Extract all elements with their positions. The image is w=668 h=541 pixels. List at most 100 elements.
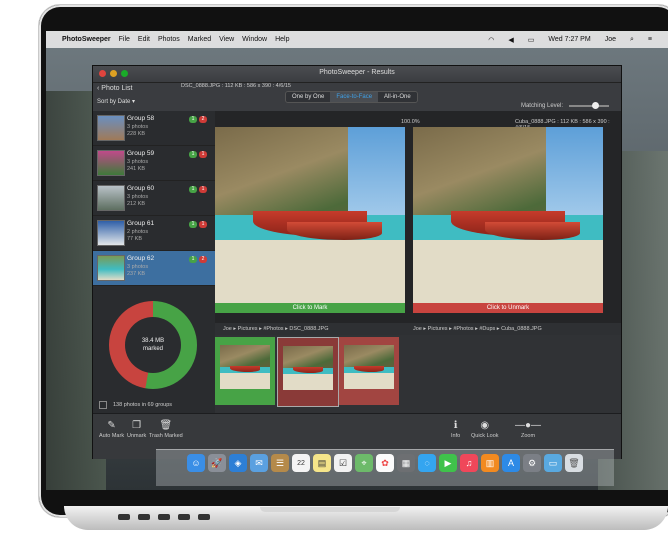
notes-icon[interactable]: ▤ — [313, 454, 331, 472]
port — [178, 514, 190, 520]
group-name: Group 59 — [127, 150, 155, 157]
group-item[interactable]: Group 59 3 photos 241 KB 11 — [93, 146, 215, 181]
group-badges: 12 — [189, 116, 207, 123]
wifi-icon[interactable]: ◠ — [488, 36, 494, 44]
info-button[interactable]: ℹ Info — [451, 420, 460, 439]
group-item-selected[interactable]: Group 62 3 photos 237 KB 12 — [93, 251, 215, 286]
menu-help[interactable]: Help — [275, 36, 289, 43]
group-thumbnail — [97, 115, 125, 141]
folder-icon[interactable]: ▭ — [544, 454, 562, 472]
tab-face-to-face[interactable]: Face-to-Face — [330, 92, 379, 102]
sort-by-date-button[interactable]: Sort by Date ▾ — [97, 98, 135, 105]
group-item[interactable]: Group 60 3 photos 212 KB 11 — [93, 181, 215, 216]
group-details: 3 photos 241 KB — [127, 159, 149, 172]
port — [158, 514, 170, 520]
path-left[interactable]: Joe ▸ Pictures ▸ #Photos ▸ DSC_0888.JPG — [223, 323, 329, 335]
system-prefs-icon[interactable]: ⚙ — [523, 454, 541, 472]
marked-size-donut: 38.4 MB marked — [109, 301, 197, 389]
menu-app-name[interactable]: PhotoSweeper — [62, 36, 111, 43]
search-icon[interactable]: ⌕ — [630, 36, 634, 44]
mail-icon[interactable]: ✉ — [250, 454, 268, 472]
path-right[interactable]: Joe ▸ Pictures ▸ #Photos ▸ #Dups ▸ Cuba_… — [413, 323, 542, 335]
group-details: 3 photos 237 KB — [127, 264, 149, 277]
contacts-icon[interactable]: ☰ — [271, 454, 289, 472]
wand-icon: ✎ — [107, 420, 116, 431]
menu-file[interactable]: File — [119, 36, 130, 43]
volume-icon[interactable]: ◀ — [508, 36, 513, 44]
file-info-left: DSC_0888.JPG : 112 KB : 586 x 390 : 4/6/… — [181, 83, 291, 89]
thumbnail-marked[interactable] — [277, 337, 339, 407]
menu-marked[interactable]: Marked — [188, 36, 211, 43]
thumbnail-marked[interactable] — [339, 337, 399, 405]
clock[interactable]: Wed 7:27 PM — [548, 36, 590, 43]
matching-level-knob[interactable] — [592, 102, 599, 109]
itunes-icon[interactable]: ♫ — [460, 454, 478, 472]
view-mode-tabs: One by One Face-to-Face All-in-One — [285, 91, 418, 103]
photos-count: 138 photos in 69 groups — [113, 402, 173, 408]
ibooks-icon[interactable]: ▥ — [481, 454, 499, 472]
keep-badge: 1 — [189, 221, 197, 228]
group-details: 3 photos 228 KB — [127, 124, 149, 137]
keep-badge: 1 — [189, 116, 197, 123]
trash-icon[interactable]: 🗑 — [565, 454, 583, 472]
thumbnail-strip — [215, 335, 621, 413]
unmark-button[interactable]: ❐ Unmark — [127, 420, 146, 439]
menu-edit[interactable]: Edit — [138, 36, 150, 43]
select-checkbox[interactable] — [99, 401, 107, 409]
click-to-unmark-button[interactable]: Click to Unmark — [413, 303, 603, 313]
unmark-icon: ❐ — [132, 420, 142, 431]
menu-window[interactable]: Window — [242, 36, 267, 43]
status-menus: ◠ ◀ ▭ Wed 7:27 PM Joe ⌕ ≡ — [488, 31, 660, 48]
finder-icon[interactable]: ☺ — [187, 454, 205, 472]
battery-icon[interactable]: ▭ — [528, 36, 535, 44]
matching-level-label: Matching Level: — [520, 103, 563, 109]
back-to-photo-list-button[interactable]: ‹ Photo List — [97, 85, 132, 92]
menu-bar: PhotoSweeper File Edit Photos Marked Vie… — [46, 31, 668, 48]
slider-icon: —●— — [514, 420, 542, 431]
group-details: 2 photos 77 KB — [127, 229, 149, 242]
quick-look-button[interactable]: ◉ Quick Look — [471, 420, 499, 439]
laptop-ports — [118, 514, 210, 520]
zoom-slider[interactable]: —●— Zoom — [503, 420, 553, 439]
laptop-notch — [260, 507, 400, 512]
menu-view[interactable]: View — [219, 36, 234, 43]
menu-photos[interactable]: Photos — [158, 36, 180, 43]
group-name: Group 61 — [127, 220, 155, 227]
auto-mark-button[interactable]: ✎ Auto Mark — [99, 420, 124, 439]
keep-badge: 1 — [189, 256, 197, 263]
photosweeper-icon[interactable]: ▦ — [397, 454, 415, 472]
matching-level-slider[interactable] — [569, 105, 609, 107]
marked-badge: 1 — [199, 151, 207, 158]
group-name: Group 58 — [127, 115, 155, 122]
group-thumbnail — [97, 185, 125, 211]
list-icon[interactable]: ≡ — [648, 36, 652, 43]
port — [198, 514, 210, 520]
tab-all-in-one[interactable]: All-in-One — [378, 92, 417, 102]
user-name[interactable]: Joe — [605, 36, 616, 43]
port — [118, 514, 130, 520]
photo-left[interactable] — [215, 127, 405, 303]
group-thumbnail — [97, 150, 125, 176]
thumbnail-keep[interactable] — [215, 337, 275, 405]
messages-icon[interactable]: ◌ — [418, 454, 436, 472]
calendar-icon[interactable]: 22 — [292, 454, 310, 472]
photo-right[interactable] — [413, 127, 603, 303]
appstore-icon[interactable]: A — [502, 454, 520, 472]
group-item[interactable]: Group 61 2 photos 77 KB 11 — [93, 216, 215, 251]
donut-center: 38.4 MB marked — [125, 317, 181, 373]
trash-icon: 🗑 — [159, 420, 173, 431]
launchpad-icon[interactable]: 🚀 — [208, 454, 226, 472]
group-item[interactable]: Group 58 3 photos 228 KB 12 — [93, 111, 215, 146]
safari-icon[interactable]: ◈ — [229, 454, 247, 472]
trash-marked-button[interactable]: 🗑 Trash Marked — [149, 420, 183, 439]
reminders-icon[interactable]: ☑ — [334, 454, 352, 472]
group-badges: 11 — [189, 186, 207, 193]
marked-badge: 2 — [199, 116, 207, 123]
facetime-icon[interactable]: ▶ — [439, 454, 457, 472]
group-badges: 11 — [189, 221, 207, 228]
click-to-mark-button[interactable]: Click to Mark — [215, 303, 405, 313]
screen: PhotoSweeper File Edit Photos Marked Vie… — [46, 31, 668, 490]
photos-icon[interactable]: ✿ — [376, 454, 394, 472]
tab-one-by-one[interactable]: One by One — [286, 92, 331, 102]
maps-icon[interactable]: ⌖ — [355, 454, 373, 472]
